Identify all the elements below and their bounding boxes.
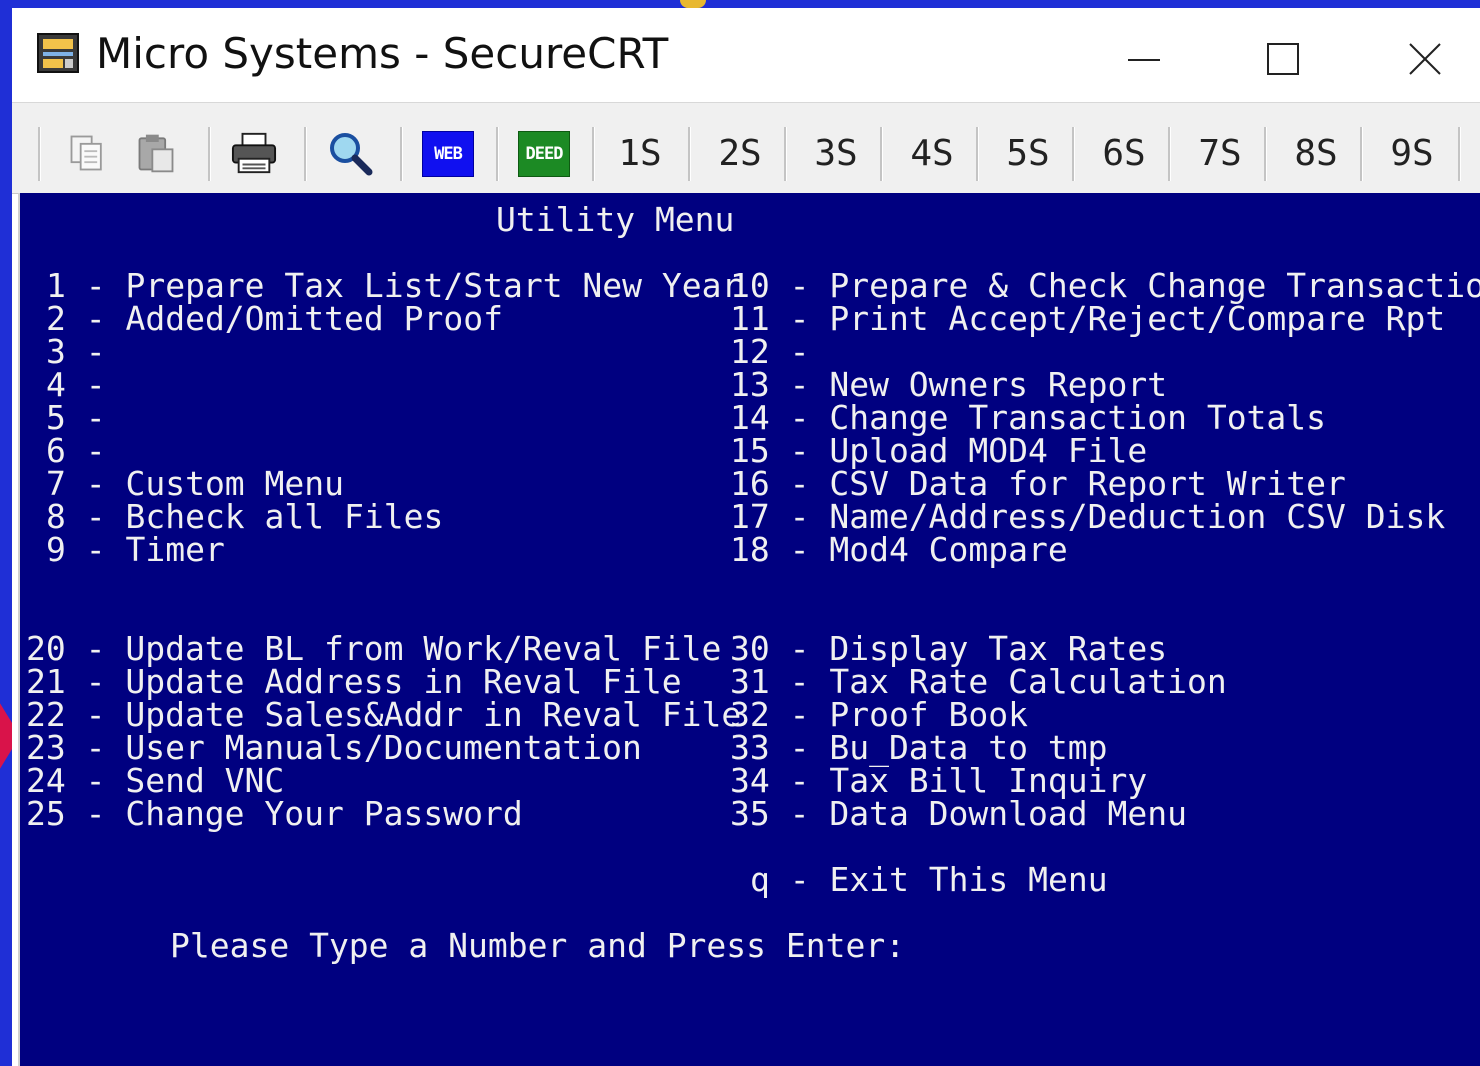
securecrt-window: Micro Systems - SecureCRT WEB DEED 1S 2S… <box>12 8 1480 1066</box>
menu-option: 1 - Prepare Tax List/Start New Year <box>46 266 742 305</box>
session-button-4[interactable]: 4S <box>894 125 970 181</box>
menu-option: 20 - Update BL from Work/Reval File <box>26 629 722 668</box>
toolbar-separator <box>1072 127 1075 181</box>
session-button-6[interactable]: 6S <box>1086 125 1162 181</box>
background-decoration <box>680 0 706 8</box>
menu-option: 17 - Name/Address/Deduction CSV Disk <box>730 497 1446 536</box>
menu-option: 14 - Change Transaction Totals <box>730 398 1327 437</box>
input-prompt: Please Type a Number and Press Enter: <box>170 926 906 965</box>
toolbar-separator <box>784 127 787 181</box>
session-button-9[interactable]: 9S <box>1374 125 1450 181</box>
menu-title: Utility Menu <box>496 200 735 239</box>
toolbar-separator <box>688 127 691 181</box>
toolbar-separator <box>38 127 41 181</box>
title-bar[interactable]: Micro Systems - SecureCRT <box>12 8 1480 102</box>
menu-option: 15 - Upload MOD4 File <box>730 431 1148 470</box>
find-icon[interactable] <box>324 129 376 177</box>
paste-icon[interactable] <box>130 129 182 177</box>
menu-option: 35 - Data Download Menu <box>730 794 1187 833</box>
session-button-5[interactable]: 5S <box>990 125 1066 181</box>
toolbar-separator <box>976 127 979 181</box>
session-button-7[interactable]: 7S <box>1182 125 1258 181</box>
session-button-3[interactable]: 3S <box>798 125 874 181</box>
window-title: Micro Systems - SecureCRT <box>96 29 669 78</box>
terminal-screen[interactable]: Utility Menu 1 - Prepare Tax List/Start … <box>18 193 1480 1066</box>
menu-option: 5 - <box>46 398 106 437</box>
maximize-button[interactable] <box>1252 28 1312 88</box>
toolbar-separator <box>400 127 403 181</box>
toolbar-separator <box>1360 127 1363 181</box>
menu-option: 12 - <box>730 332 810 371</box>
menu-option: 24 - Send VNC <box>26 761 285 800</box>
session-button-1[interactable]: 1S <box>602 125 678 181</box>
toolbar: WEB DEED 1S 2S 3S 4S 5S 6S 7S 8S 9S <box>12 102 1480 194</box>
minimize-button[interactable] <box>1114 28 1174 88</box>
toolbar-separator <box>496 127 499 181</box>
menu-option: 8 - Bcheck all Files <box>46 497 444 536</box>
menu-option: 21 - Update Address in Reval File <box>26 662 682 701</box>
close-button[interactable] <box>1394 28 1454 88</box>
menu-option: 23 - User Manuals/Documentation <box>26 728 642 767</box>
session-button-8[interactable]: 8S <box>1278 125 1354 181</box>
menu-option: 18 - Mod4 Compare <box>730 530 1068 569</box>
exit-option: q - Exit This Menu <box>750 860 1108 899</box>
menu-option: 10 - Prepare & Check Change Transactions <box>730 266 1480 305</box>
print-icon[interactable] <box>228 129 280 177</box>
toolbar-separator <box>880 127 883 181</box>
menu-option: 22 - Update Sales&Addr in Reval File <box>26 695 742 734</box>
menu-option: 32 - Proof Book <box>730 695 1029 734</box>
menu-option: 7 - Custom Menu <box>46 464 345 503</box>
copy-icon[interactable] <box>62 129 114 177</box>
menu-option: 34 - Tax Bill Inquiry <box>730 761 1148 800</box>
menu-option: 33 - Bu_Data to tmp <box>730 728 1108 767</box>
menu-option: 3 - <box>46 332 106 371</box>
menu-option: 6 - <box>46 431 106 470</box>
menu-option: 11 - Print Accept/Reject/Compare Rpt <box>730 299 1446 338</box>
web-button[interactable]: WEB <box>422 131 474 177</box>
toolbar-separator <box>304 127 307 181</box>
menu-option: 2 - Added/Omitted Proof <box>46 299 503 338</box>
toolbar-separator <box>1264 127 1267 181</box>
toolbar-separator <box>592 127 595 181</box>
menu-option: 30 - Display Tax Rates <box>730 629 1168 668</box>
toolbar-separator <box>208 127 211 181</box>
menu-option: 31 - Tax Rate Calculation <box>730 662 1227 701</box>
session-button-2[interactable]: 2S <box>702 125 778 181</box>
menu-option: 16 - CSV Data for Report Writer <box>730 464 1346 503</box>
securecrt-app-icon[interactable] <box>36 30 82 76</box>
menu-option: 25 - Change Your Password <box>26 794 523 833</box>
toolbar-separator <box>1168 127 1171 181</box>
menu-option: 13 - New Owners Report <box>730 365 1168 404</box>
menu-option: 9 - Timer <box>46 530 225 569</box>
deed-button[interactable]: DEED <box>518 131 570 177</box>
menu-option: 4 - <box>46 365 106 404</box>
toolbar-separator <box>1458 127 1461 181</box>
